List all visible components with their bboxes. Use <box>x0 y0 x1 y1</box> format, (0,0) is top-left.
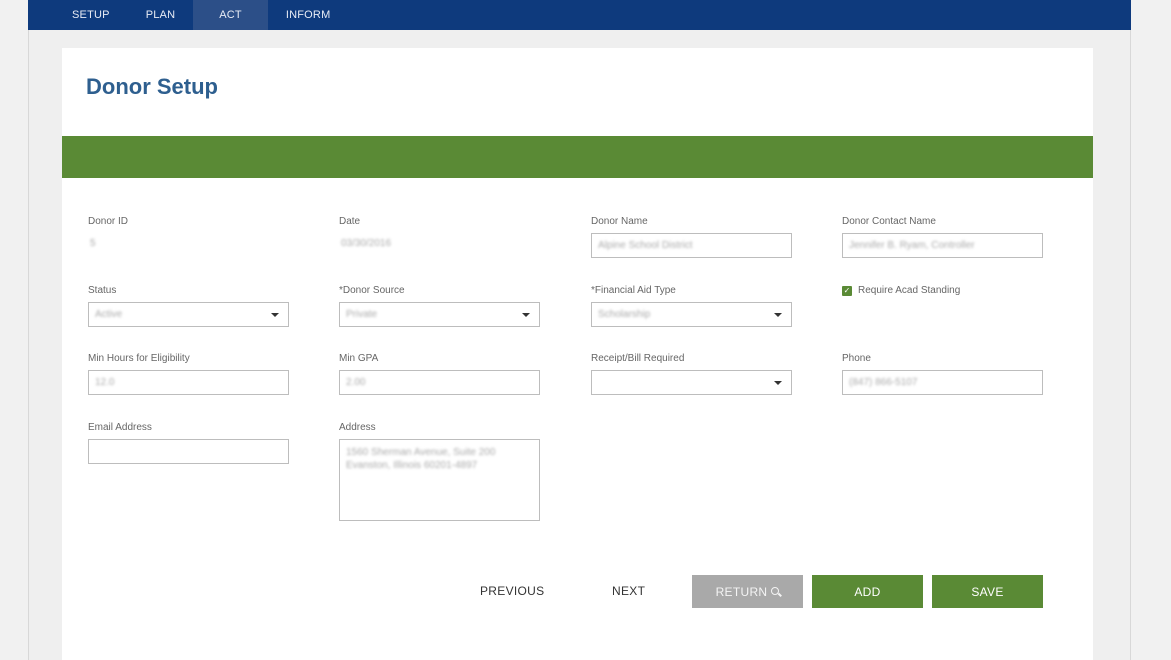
save-button-label: SAVE <box>971 584 1004 599</box>
min-gpa-label: Min GPA <box>339 353 379 364</box>
donor-contact-name-value: Jennifer B. Ryam, Controller <box>849 240 975 251</box>
receipt-bill-required-field: Receipt/Bill Required <box>591 353 792 395</box>
date-label: Date <box>339 216 361 227</box>
chevron-down-icon <box>522 313 530 317</box>
min-gpa-value: 2.00 <box>346 377 366 388</box>
nav-plan[interactable]: PLAN <box>128 0 194 30</box>
donor-name-input[interactable]: Alpine School District <box>591 233 792 258</box>
phone-input[interactable]: (847) 866-5107 <box>842 370 1043 395</box>
email-input[interactable] <box>88 439 289 464</box>
status-field: Status Active <box>88 285 289 327</box>
address-textarea[interactable]: 1560 Sherman Avenue, Suite 200 Evanston,… <box>339 439 540 521</box>
donor-contact-name-input[interactable]: Jennifer B. Ryam, Controller <box>842 233 1043 258</box>
donor-source-select[interactable]: Private <box>339 302 540 327</box>
date-value: 03/30/2016 <box>341 238 392 249</box>
chevron-down-icon <box>271 313 279 317</box>
donor-source-value: Private <box>346 309 378 320</box>
phone-label: Phone <box>842 353 871 364</box>
add-button[interactable]: ADD <box>812 575 923 608</box>
donor-setup-card: Donor Setup Donor ID 5 Date 03/30/2016 D… <box>62 48 1093 660</box>
return-button[interactable]: RETURN <box>692 575 803 608</box>
donor-contact-name-field: Donor Contact Name Jennifer B. Ryam, Con… <box>842 216 1043 258</box>
donor-name-label: Donor Name <box>591 216 648 227</box>
phone-field: Phone (847) 866-5107 <box>842 353 1043 395</box>
chevron-down-icon <box>774 381 782 385</box>
address-value: 1560 Sherman Avenue, Suite 200 Evanston,… <box>346 447 496 471</box>
email-field: Email Address <box>88 422 289 464</box>
phone-value: (847) 866-5107 <box>849 377 918 388</box>
nav-act[interactable]: ACT <box>193 0 268 30</box>
nav-setup[interactable]: SETUP <box>54 0 128 30</box>
save-button[interactable]: SAVE <box>932 575 1043 608</box>
min-hours-input[interactable]: 12.0 <box>88 370 289 395</box>
financial-aid-type-select[interactable]: Scholarship <box>591 302 792 327</box>
status-select[interactable]: Active <box>88 302 289 327</box>
section-banner <box>62 136 1093 178</box>
min-hours-field: Min Hours for Eligibility 12.0 <box>88 353 289 395</box>
address-field: Address 1560 Sherman Avenue, Suite 200 E… <box>339 422 540 521</box>
previous-button[interactable]: PREVIOUS <box>480 584 544 598</box>
date-field: Date 03/30/2016 <box>339 216 391 251</box>
donor-id-field: Donor ID 5 <box>88 216 128 251</box>
min-gpa-input[interactable]: 2.00 <box>339 370 540 395</box>
return-button-label: RETURN <box>715 584 768 599</box>
donor-name-field: Donor Name Alpine School District <box>591 216 792 258</box>
email-label: Email Address <box>88 422 152 433</box>
status-label: Status <box>88 285 117 296</box>
donor-source-label: *Donor Source <box>339 285 405 296</box>
donor-id-label: Donor ID <box>88 216 129 227</box>
chevron-down-icon <box>774 313 782 317</box>
next-button[interactable]: NEXT <box>612 584 645 598</box>
search-icon <box>771 586 780 595</box>
min-hours-label: Min Hours for Eligibility <box>88 353 190 364</box>
status-value: Active <box>95 309 123 320</box>
min-gpa-field: Min GPA 2.00 <box>339 353 540 395</box>
financial-aid-type-label: *Financial Aid Type <box>591 285 676 296</box>
address-label: Address <box>339 422 376 433</box>
add-button-label: ADD <box>854 584 881 599</box>
financial-aid-type-value: Scholarship <box>598 309 651 320</box>
require-acad-standing-checkbox[interactable]: ✓ <box>842 285 852 296</box>
donor-id-value: 5 <box>90 238 96 249</box>
financial-aid-type-field: *Financial Aid Type Scholarship <box>591 285 792 327</box>
donor-contact-name-label: Donor Contact Name <box>842 216 936 227</box>
receipt-bill-required-label: Receipt/Bill Required <box>591 353 685 364</box>
require-acad-standing-label: Require Acad Standing <box>858 285 961 296</box>
receipt-bill-required-select[interactable] <box>591 370 792 395</box>
require-acad-standing-field: ✓ Require Acad Standing <box>842 285 960 296</box>
donor-source-field: *Donor Source Private <box>339 285 540 327</box>
donor-name-value: Alpine School District <box>598 240 693 251</box>
top-nav: SETUP PLAN ACT INFORM <box>28 0 1131 30</box>
page-title: Donor Setup <box>86 74 218 99</box>
nav-inform[interactable]: INFORM <box>268 0 349 30</box>
min-hours-value: 12.0 <box>95 377 115 388</box>
